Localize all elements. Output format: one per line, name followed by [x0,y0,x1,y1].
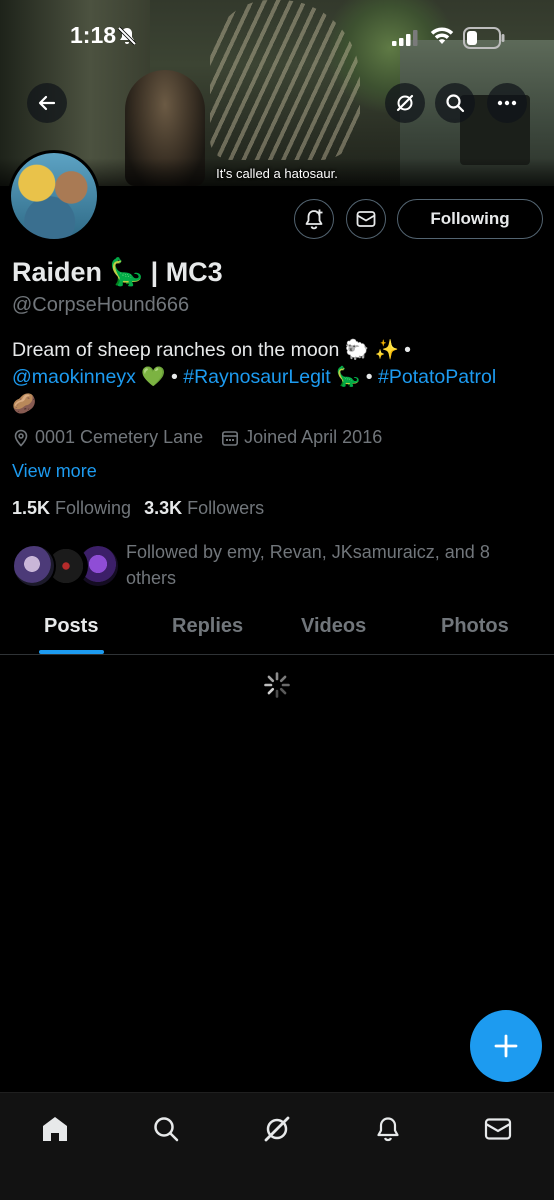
bell-muted-icon [117,26,137,46]
joined-item: Joined April 2016 [221,427,382,448]
profile-avatar[interactable] [8,150,100,242]
search-button[interactable] [435,83,475,123]
status-bar: 1:18 [0,0,554,76]
tab-replies[interactable]: Replies [172,615,243,638]
grok-button[interactable] [385,83,425,123]
envelope-icon [484,1118,512,1140]
nav-messages[interactable] [480,1111,516,1147]
nav-grok[interactable] [259,1111,295,1147]
followers-label: Followers [187,498,265,518]
bio-mention-link[interactable]: @maokinneyx [12,366,136,388]
follow-counts: 1.5K Following 3.3K Followers [12,498,277,519]
profile-meta: 0001 Cemetery Lane Joined April 2016 [12,427,400,448]
loading-spinner-icon [264,672,290,698]
bottom-navigation [0,1092,554,1200]
following-count-link[interactable]: 1.5K Following [12,498,131,519]
compose-button[interactable] [470,1010,542,1082]
location-item: 0001 Cemetery Lane [12,427,203,448]
nav-search[interactable] [148,1111,184,1147]
home-icon [43,1117,67,1141]
more-icon [497,100,517,106]
grok-icon [264,1116,290,1142]
profile-page: It's called a hatosaur. 1:18 Following R… [0,0,554,1200]
followers-count-link[interactable]: 3.3K Followers [144,498,264,519]
view-more-link[interactable]: View more [12,461,97,482]
following-label: Following [55,498,132,518]
envelope-icon [356,211,376,227]
tab-photos[interactable]: Photos [441,615,509,638]
bell-plus-icon [305,209,323,230]
message-button[interactable] [346,199,386,239]
joined-text: Joined April 2016 [244,427,383,447]
nav-home[interactable] [37,1111,73,1147]
bio-hashtag-link[interactable]: #RaynosaurLegit [183,366,330,388]
more-options-button[interactable] [487,83,527,123]
bio-text: Dream of sheep ranches on the moon 🐑 ✨ • [12,339,411,361]
display-name: Raiden 🦕 | MC3 [12,257,223,287]
signal-icon [392,30,418,46]
back-button[interactable] [27,83,67,123]
wifi-icon [430,27,454,44]
location-pin-icon [14,429,28,447]
profile-tabs: Posts Replies Videos Photos [0,605,554,655]
grok-icon [396,94,414,112]
following-count: 1.5K [12,498,51,518]
calendar-icon [222,430,239,446]
tab-videos[interactable]: Videos [301,615,366,638]
search-icon [446,94,465,113]
followers-count: 3.3K [144,498,183,518]
bio-hashtag-link[interactable]: #PotatoPatrol [378,366,496,388]
following-button[interactable]: Following [397,199,543,239]
back-arrow-icon [38,95,56,111]
search-icon [154,1117,179,1142]
user-handle: @CorpseHound666 [12,294,190,316]
nav-notifications[interactable] [370,1111,406,1147]
bio-separator: 💚 • [135,366,184,388]
followed-by-text[interactable]: Followed by emy, Revan, JKsamuraicz, and… [126,539,536,591]
avatar [12,544,56,588]
plus-icon [494,1034,518,1058]
notifications-toggle-button[interactable] [294,199,334,239]
bio-separator: 🦕 • [330,366,379,388]
tab-active-indicator [39,650,104,654]
status-time: 1:18 [70,22,117,48]
tab-posts[interactable]: Posts [44,615,98,638]
bio-emoji: 🥔 [12,393,37,415]
profile-bio: Dream of sheep ranches on the moon 🐑 ✨ •… [12,337,542,418]
bell-icon [377,1117,399,1142]
location-text: 0001 Cemetery Lane [35,427,204,447]
battery-icon [463,27,505,49]
followed-by-avatars[interactable] [12,544,122,590]
